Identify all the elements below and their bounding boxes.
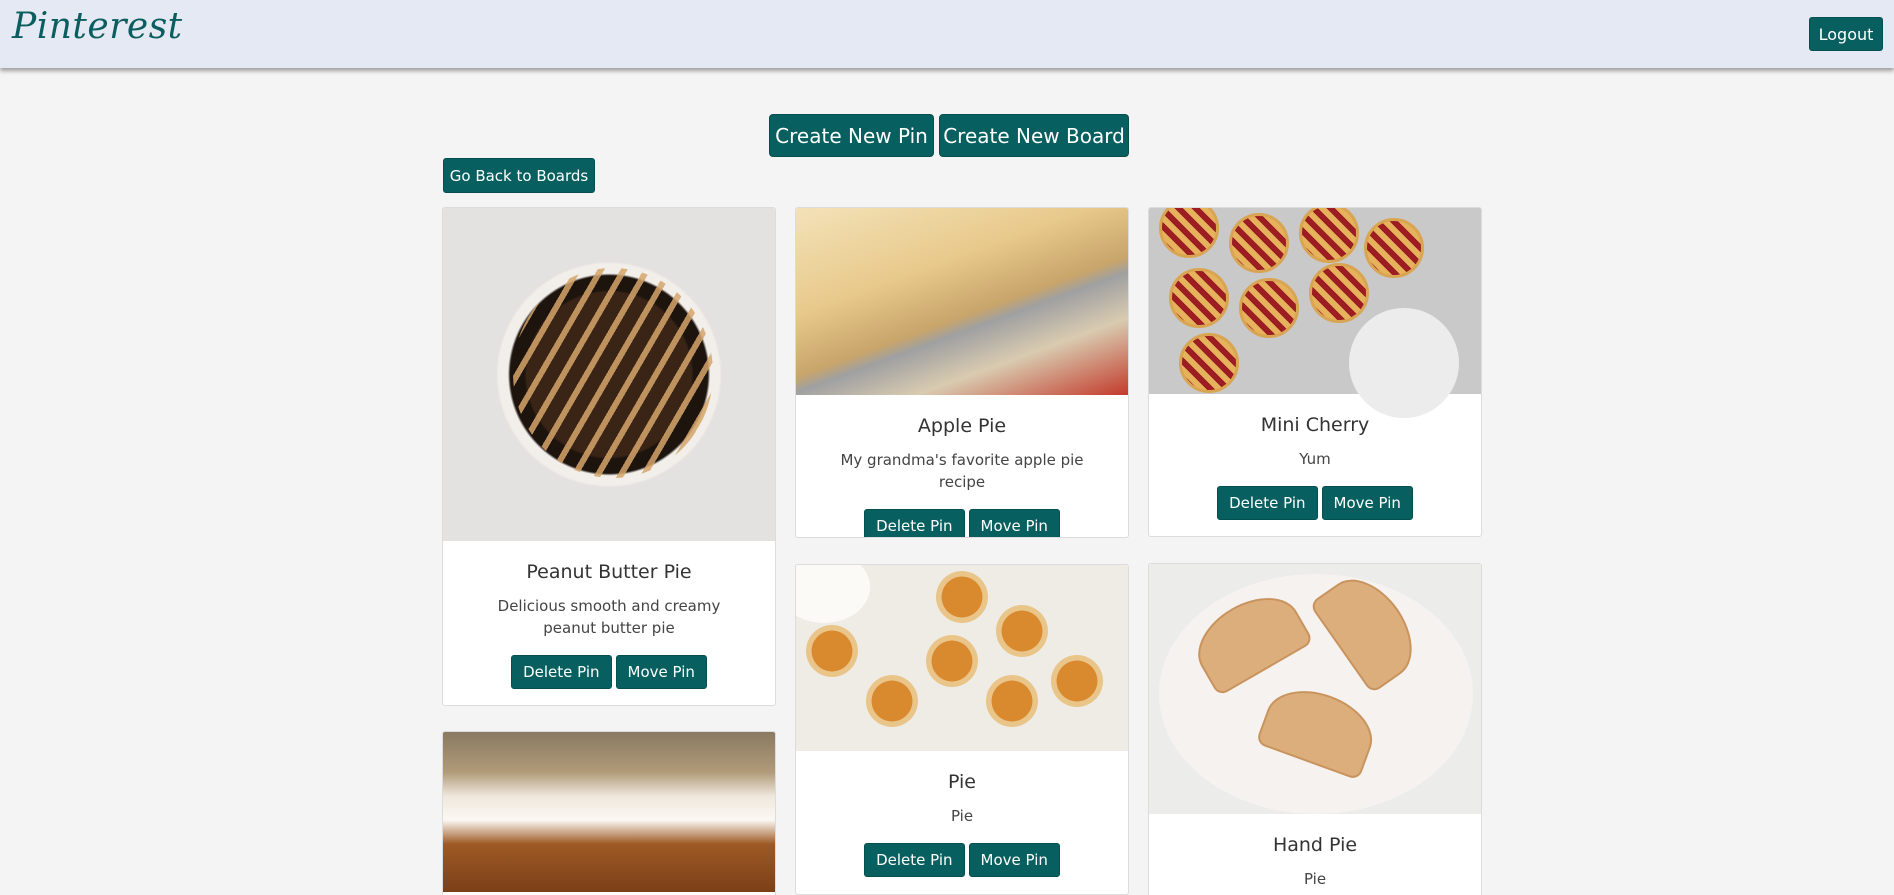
pin-title: Hand Pie	[1272, 834, 1358, 856]
pin-image[interactable]	[443, 208, 775, 541]
pin-description: Pie	[1303, 870, 1327, 888]
pin-image[interactable]	[443, 732, 775, 892]
top-actions: Create New Pin Create New Board	[769, 114, 1129, 157]
brand-logo[interactable]: Pinterest	[12, 6, 183, 47]
go-back-to-boards-button[interactable]: Go Back to Boards	[443, 158, 595, 193]
pin-title: Apple Pie	[917, 415, 1007, 437]
pin-image[interactable]	[1149, 564, 1481, 814]
pin-image[interactable]	[1149, 208, 1481, 418]
pin-card: Peanut Butter Pie Delicious smooth and c…	[442, 207, 776, 706]
delete-pin-button[interactable]: Delete Pin	[1217, 486, 1318, 520]
pin-description: My grandma's favorite apple pie recipe	[840, 451, 1084, 491]
move-pin-button[interactable]: Move Pin	[1321, 486, 1413, 520]
pin-title: Peanut Butter Pie	[526, 561, 692, 583]
pin-card	[442, 731, 776, 895]
pin-card: Apple Pie My grandma's favorite apple pi…	[795, 207, 1129, 538]
pin-title: Pie	[947, 771, 976, 793]
logout-button[interactable]: Logout	[1809, 17, 1883, 51]
pin-card: Hand Pie Pie	[1148, 563, 1482, 895]
move-pin-button[interactable]: Move Pin	[968, 509, 1060, 537]
pin-description: Yum	[1299, 450, 1331, 468]
navbar: Pinterest Logout	[0, 0, 1894, 68]
create-new-pin-button[interactable]: Create New Pin	[769, 114, 934, 157]
pin-image[interactable]	[796, 208, 1128, 395]
delete-pin-button[interactable]: Delete Pin	[511, 655, 612, 689]
move-pin-button[interactable]: Move Pin	[615, 655, 707, 689]
delete-pin-button[interactable]: Delete Pin	[864, 843, 965, 877]
delete-pin-button[interactable]: Delete Pin	[864, 509, 965, 537]
move-pin-button[interactable]: Move Pin	[968, 843, 1060, 877]
pin-description: Delicious smooth and creamy peanut butte…	[497, 597, 721, 637]
pin-card: Mini Cherry Yum Delete Pin Move Pin	[1148, 207, 1482, 537]
pin-card: Pie Pie Delete Pin Move Pin	[795, 564, 1129, 895]
pin-title: Mini Cherry	[1260, 414, 1370, 436]
pin-description: Pie	[950, 807, 974, 825]
pin-image[interactable]	[796, 565, 1128, 751]
create-new-board-button[interactable]: Create New Board	[939, 114, 1129, 157]
